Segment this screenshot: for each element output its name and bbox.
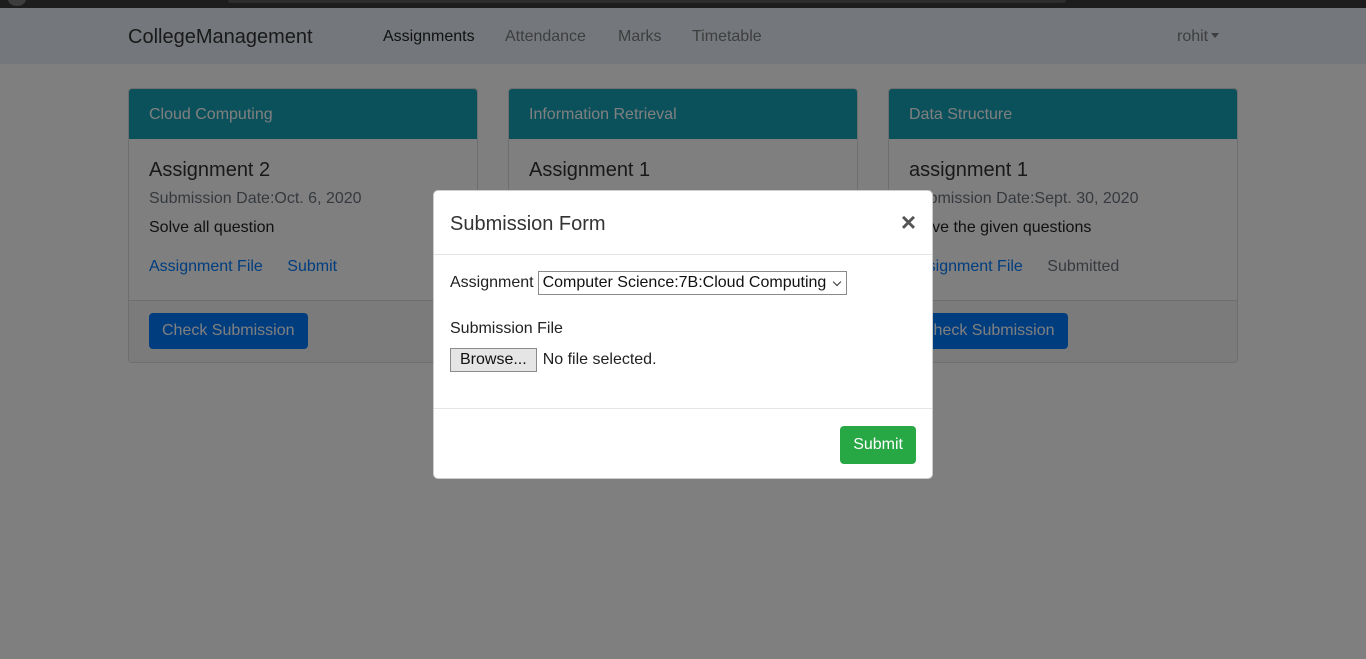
modal-footer: Submit xyxy=(434,409,932,479)
file-status: No file selected. xyxy=(542,351,657,368)
assignment-selected-value: Computer Science:7B:Cloud Computing xyxy=(542,274,827,291)
submission-file-label: Submission File xyxy=(450,320,563,337)
modal-title: Submission Form xyxy=(450,213,606,235)
assignment-label: Assignment xyxy=(450,274,534,291)
browse-button[interactable]: Browse... xyxy=(450,348,537,372)
submission-modal: Submission Form × Assignment Computer Sc… xyxy=(433,190,933,479)
file-input: Browse... No file selected. xyxy=(450,348,916,372)
assignment-select[interactable]: Computer Science:7B:Cloud Computing xyxy=(537,271,848,295)
chevron-down-icon xyxy=(833,277,842,287)
assignment-row: Assignment Computer Science:7B:Cloud Com… xyxy=(450,271,916,295)
modal-body: Assignment Computer Science:7B:Cloud Com… xyxy=(434,255,932,409)
submit-button[interactable]: Submit xyxy=(840,426,916,464)
close-icon[interactable]: × xyxy=(901,207,916,238)
modal-header: Submission Form × xyxy=(434,191,932,255)
